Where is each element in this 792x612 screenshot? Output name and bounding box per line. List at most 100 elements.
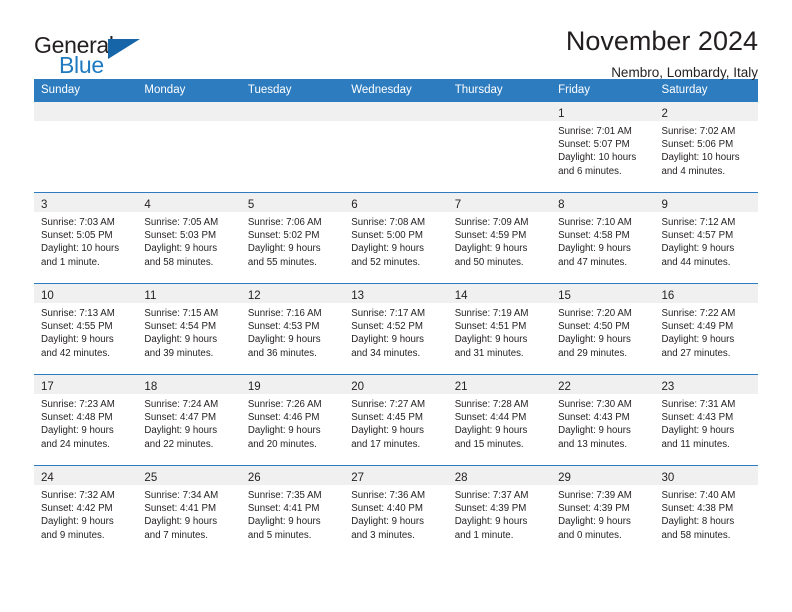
- daylight-duration-line1: Daylight: 9 hours: [351, 334, 424, 346]
- day-sun-info: [241, 121, 344, 125]
- calendar-day-cell[interactable]: 6 Sunrise: 7:08 AM Sunset: 5:00 PM Daylight…: [344, 193, 448, 283]
- day-number: 1: [558, 108, 565, 120]
- sunrise-time: Sunrise: 7:31 AM: [661, 399, 736, 410]
- calendar-body: 1 Sunrise: 7:01 AM Sunset: 5:07 PM Daylight…: [34, 101, 758, 556]
- calendar-day-cell[interactable]: 28 Sunrise: 7:37 AM Sunset: 4:39 PM Dayligh…: [447, 466, 552, 556]
- daylight-duration-line2: and 5 minutes.: [247, 529, 312, 541]
- daylight-duration-line1: Daylight: 9 hours: [351, 516, 424, 528]
- calendar-day-cell[interactable]: 12 Sunrise: 7:16 AM Sunset: 4:53 PM Dayligh…: [240, 284, 345, 374]
- title-block: November 2024 Nembro, Lombardy, Italy: [565, 26, 758, 81]
- daylight-duration-line1: Daylight: 9 hours: [661, 243, 735, 255]
- sunset-time: Sunset: 5:02 PM: [247, 230, 320, 242]
- triangle-logo-icon: [108, 39, 140, 59]
- daylight-duration-line2: and 22 minutes.: [144, 438, 214, 450]
- sunrise-time: Sunrise: 7:19 AM: [454, 308, 529, 319]
- day-number: 2: [661, 108, 668, 120]
- daylight-duration-line2: and 15 minutes.: [454, 438, 524, 450]
- weekday-header-thursday: Thursday: [447, 79, 552, 102]
- day-sun-info: Sunrise: 7:28 AM Sunset: 4:44 PM Daylight:…: [448, 394, 551, 451]
- calendar-day-cell[interactable]: 21 Sunrise: 7:28 AM Sunset: 4:44 PM Dayligh…: [447, 375, 552, 465]
- calendar-day-cell[interactable]: 11 Sunrise: 7:15 AM Sunset: 4:54 PM Dayligh…: [137, 284, 241, 374]
- calendar-day-cell[interactable]: 17 Sunrise: 7:23 AM Sunset: 4:48 PM Dayligh…: [34, 375, 138, 465]
- sunrise-time: Sunrise: 7:17 AM: [351, 308, 426, 319]
- day-number-band: 23: [654, 375, 758, 394]
- calendar-table: Sunday Monday Tuesday Wednesday Thursday…: [34, 79, 758, 556]
- sunrise-time: Sunrise: 7:28 AM: [454, 399, 529, 410]
- calendar-week-row: 3 Sunrise: 7:03 AM Sunset: 5:05 PM Daylight…: [34, 192, 758, 284]
- sunset-time: Sunset: 4:43 PM: [661, 412, 734, 424]
- daylight-duration-line1: Daylight: 9 hours: [454, 243, 528, 255]
- calendar-day-cell[interactable]: 7 Sunrise: 7:09 AM Sunset: 4:59 PM Daylight…: [447, 193, 552, 283]
- page-title: November 2024: [565, 26, 758, 56]
- calendar-day-cell[interactable]: 25 Sunrise: 7:34 AM Sunset: 4:41 PM Dayligh…: [137, 466, 241, 556]
- sunset-time: Sunset: 4:53 PM: [247, 321, 320, 333]
- day-number-band: 19: [240, 375, 345, 394]
- weekday-header-tuesday: Tuesday: [240, 79, 345, 102]
- calendar-day-cell[interactable]: 16 Sunrise: 7:22 AM Sunset: 4:49 PM Dayligh…: [654, 284, 758, 374]
- sunset-time: Sunset: 4:55 PM: [41, 321, 113, 333]
- calendar-day-cell[interactable]: 24 Sunrise: 7:32 AM Sunset: 4:42 PM Dayligh…: [34, 466, 138, 556]
- calendar-day-cell[interactable]: 23 Sunrise: 7:31 AM Sunset: 4:43 PM Dayligh…: [654, 375, 758, 465]
- daylight-duration-line1: Daylight: 9 hours: [558, 516, 631, 528]
- day-number-band: 2: [654, 102, 758, 121]
- calendar-day-cell[interactable]: 14 Sunrise: 7:19 AM Sunset: 4:51 PM Dayligh…: [447, 284, 552, 374]
- calendar-day-cell[interactable]: 30 Sunrise: 7:40 AM Sunset: 4:38 PM Dayligh…: [654, 466, 758, 556]
- sunset-time: Sunset: 4:38 PM: [661, 503, 734, 515]
- calendar-page: General Blue November 2024 Nembro, Lomba…: [0, 0, 792, 612]
- day-number-band: [447, 102, 552, 121]
- calendar-day-cell[interactable]: 15 Sunrise: 7:20 AM Sunset: 4:50 PM Dayligh…: [551, 284, 655, 374]
- day-sun-info: Sunrise: 7:15 AM Sunset: 4:54 PM Daylight:…: [137, 303, 240, 360]
- daylight-duration-line1: Daylight: 9 hours: [558, 334, 631, 346]
- calendar-day-cell[interactable]: 1 Sunrise: 7:01 AM Sunset: 5:07 PM Daylight…: [551, 102, 655, 192]
- calendar-day-cell[interactable]: 8 Sunrise: 7:10 AM Sunset: 4:58 PM Daylight…: [551, 193, 655, 283]
- calendar-day-cell[interactable]: 4 Sunrise: 7:05 AM Sunset: 5:03 PM Daylight…: [137, 193, 241, 283]
- day-number-band: 16: [654, 284, 758, 303]
- sunset-time: Sunset: 4:51 PM: [454, 321, 527, 333]
- day-number-band: 20: [344, 375, 448, 394]
- calendar-day-cell[interactable]: 29 Sunrise: 7:39 AM Sunset: 4:39 PM Dayligh…: [551, 466, 655, 556]
- calendar-day-cell[interactable]: 19 Sunrise: 7:26 AM Sunset: 4:46 PM Dayligh…: [240, 375, 345, 465]
- day-number: 9: [661, 199, 668, 211]
- weekday-header-wednesday: Wednesday: [344, 79, 448, 102]
- calendar-day-cell[interactable]: 27 Sunrise: 7:36 AM Sunset: 4:40 PM Dayligh…: [344, 466, 448, 556]
- day-sun-info: Sunrise: 7:34 AM Sunset: 4:41 PM Daylight:…: [137, 485, 240, 542]
- sunrise-time: Sunrise: 7:32 AM: [41, 490, 115, 501]
- day-number-band: 28: [447, 466, 552, 485]
- day-number: 4: [144, 199, 151, 211]
- calendar-day-cell[interactable]: 10 Sunrise: 7:13 AM Sunset: 4:55 PM Dayligh…: [34, 284, 138, 374]
- day-sun-info: Sunrise: 7:06 AM Sunset: 5:02 PM Daylight:…: [241, 212, 344, 269]
- page-subtitle: Nembro, Lombardy, Italy: [611, 65, 758, 81]
- calendar-day-cell[interactable]: 2 Sunrise: 7:02 AM Sunset: 5:06 PM Daylight…: [654, 102, 758, 192]
- calendar-day-cell[interactable]: 9 Sunrise: 7:12 AM Sunset: 4:57 PM Daylight…: [654, 193, 758, 283]
- calendar-day-cell[interactable]: 20 Sunrise: 7:27 AM Sunset: 4:45 PM Dayligh…: [344, 375, 448, 465]
- day-sun-info: Sunrise: 7:02 AM Sunset: 5:06 PM Daylight:…: [655, 121, 758, 178]
- day-sun-info: [448, 121, 551, 125]
- day-number-band: [137, 102, 241, 121]
- sunset-time: Sunset: 4:49 PM: [661, 321, 734, 333]
- sunset-time: Sunset: 4:41 PM: [247, 503, 320, 515]
- calendar-day-cell[interactable]: 3 Sunrise: 7:03 AM Sunset: 5:05 PM Daylight…: [34, 193, 138, 283]
- calendar-day-cell[interactable]: 13 Sunrise: 7:17 AM Sunset: 4:52 PM Dayligh…: [344, 284, 448, 374]
- day-sun-info: Sunrise: 7:19 AM Sunset: 4:51 PM Daylight:…: [448, 303, 551, 360]
- day-sun-info: Sunrise: 7:22 AM Sunset: 4:49 PM Daylight:…: [655, 303, 758, 360]
- sunrise-time: Sunrise: 7:27 AM: [351, 399, 426, 410]
- calendar-day-cell[interactable]: 22 Sunrise: 7:30 AM Sunset: 4:43 PM Dayligh…: [551, 375, 655, 465]
- sunrise-time: Sunrise: 7:36 AM: [351, 490, 426, 501]
- calendar-day-cell[interactable]: 18 Sunrise: 7:24 AM Sunset: 4:47 PM Dayligh…: [137, 375, 241, 465]
- day-sun-info: Sunrise: 7:09 AM Sunset: 4:59 PM Daylight:…: [448, 212, 551, 269]
- day-number-band: 29: [551, 466, 655, 485]
- calendar-day-cell[interactable]: 26 Sunrise: 7:35 AM Sunset: 4:41 PM Dayligh…: [240, 466, 345, 556]
- sunrise-time: Sunrise: 7:23 AM: [41, 399, 115, 410]
- daylight-duration-line1: Daylight: 9 hours: [144, 425, 218, 437]
- day-number-band: 21: [447, 375, 552, 394]
- calendar-day-cell[interactable]: 5 Sunrise: 7:06 AM Sunset: 5:02 PM Daylight…: [240, 193, 345, 283]
- day-number-band: [240, 102, 345, 121]
- daylight-duration-line1: Daylight: 9 hours: [454, 516, 528, 528]
- day-number: 7: [454, 199, 462, 211]
- sunrise-time: Sunrise: 7:30 AM: [558, 399, 632, 410]
- daylight-duration-line2: and 27 minutes.: [661, 347, 731, 359]
- sunset-time: Sunset: 4:45 PM: [351, 412, 423, 424]
- day-number: 20: [351, 381, 365, 393]
- day-sun-info: Sunrise: 7:30 AM Sunset: 4:43 PM Daylight:…: [551, 394, 654, 451]
- day-number-band: 11: [137, 284, 241, 303]
